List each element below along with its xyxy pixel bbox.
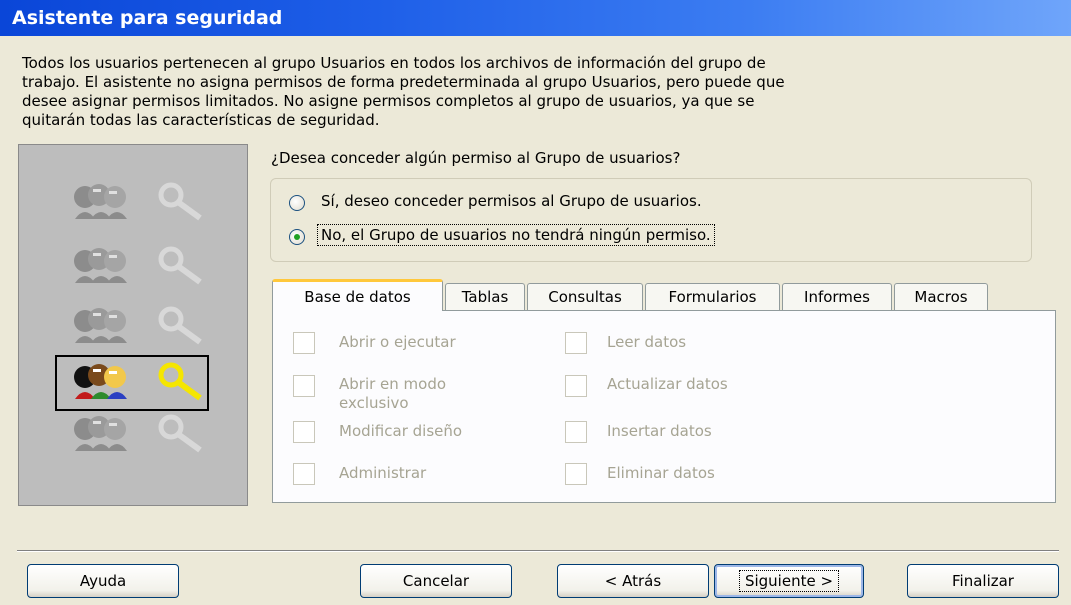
- users-icon: [74, 248, 127, 283]
- step-icon-row: [19, 305, 247, 359]
- users-icon: [74, 364, 127, 399]
- wizard-step-panel: [18, 144, 248, 506]
- next-button[interactable]: Siguiente >: [714, 564, 864, 598]
- permission-label: Modificar diseño: [339, 422, 463, 440]
- key-icon: [158, 362, 202, 401]
- radio-selected-dot: [294, 234, 300, 240]
- checkbox-modificar-diseno[interactable]: [293, 421, 315, 443]
- radio-no-permissions[interactable]: [289, 229, 305, 245]
- tab-macros[interactable]: Macros: [894, 283, 988, 310]
- permission-question: ¿Desea conceder algún permiso al Grupo d…: [271, 149, 681, 167]
- users-icon: [74, 184, 127, 219]
- step-icon-row: [19, 245, 247, 299]
- checkbox-abrir-exclusivo[interactable]: [293, 375, 315, 397]
- permission-label: Administrar: [339, 464, 427, 482]
- next-button-label: Siguiente >: [738, 570, 840, 592]
- tab-formularios[interactable]: Formularios: [645, 283, 780, 310]
- checkbox-actualizar-datos[interactable]: [565, 375, 587, 397]
- step-icon-row: [19, 413, 247, 467]
- tab-consultas[interactable]: Consultas: [527, 283, 643, 310]
- permission-label: Leer datos: [607, 333, 687, 351]
- radio-grant-permissions[interactable]: [289, 195, 305, 211]
- key-icon: [158, 182, 202, 221]
- key-icon: [158, 414, 202, 453]
- footer-divider: [17, 550, 1059, 552]
- window-title: Asistente para seguridad: [12, 7, 283, 29]
- finish-button[interactable]: Finalizar: [907, 564, 1059, 598]
- permission-label: Actualizar datos: [607, 375, 728, 393]
- step-icon-row: [19, 181, 247, 235]
- permission-label: Abrir o ejecutar: [339, 333, 456, 351]
- checkbox-leer-datos[interactable]: [565, 332, 587, 354]
- checkbox-abrir-ejecutar[interactable]: [293, 332, 315, 354]
- checkbox-administrar[interactable]: [293, 463, 315, 485]
- tab-base-de-datos[interactable]: Base de datos: [272, 279, 443, 311]
- permission-label: Eliminar datos: [607, 464, 715, 482]
- radio-grant-label[interactable]: Sí, deseo conceder permisos al Grupo de …: [321, 192, 702, 210]
- back-button[interactable]: < Atrás: [557, 564, 709, 598]
- checkbox-insertar-datos[interactable]: [565, 421, 587, 443]
- tab-informes[interactable]: Informes: [782, 283, 892, 310]
- key-icon: [158, 306, 202, 345]
- intro-text: Todos los usuarios pertenecen al grupo U…: [22, 54, 785, 129]
- help-button[interactable]: Ayuda: [27, 564, 179, 598]
- checkbox-eliminar-datos[interactable]: [565, 463, 587, 485]
- key-icon: [158, 246, 202, 285]
- step-icon-row-current: [19, 355, 247, 415]
- radio-no-permissions-label[interactable]: No, el Grupo de usuarios no tendrá ningú…: [317, 224, 715, 246]
- cancel-button[interactable]: Cancelar: [360, 564, 512, 598]
- users-icon: [74, 308, 127, 343]
- title-bar: Asistente para seguridad: [0, 0, 1071, 36]
- permission-radio-group: Sí, deseo conceder permisos al Grupo de …: [270, 178, 1032, 262]
- permission-label: Insertar datos: [607, 422, 712, 440]
- permissions-panel: Abrir o ejecutar Abrir en modo exclusivo…: [272, 310, 1056, 503]
- users-icon: [74, 416, 127, 451]
- tab-tablas[interactable]: Tablas: [445, 283, 525, 310]
- permission-label: Abrir en modo exclusivo: [339, 375, 447, 412]
